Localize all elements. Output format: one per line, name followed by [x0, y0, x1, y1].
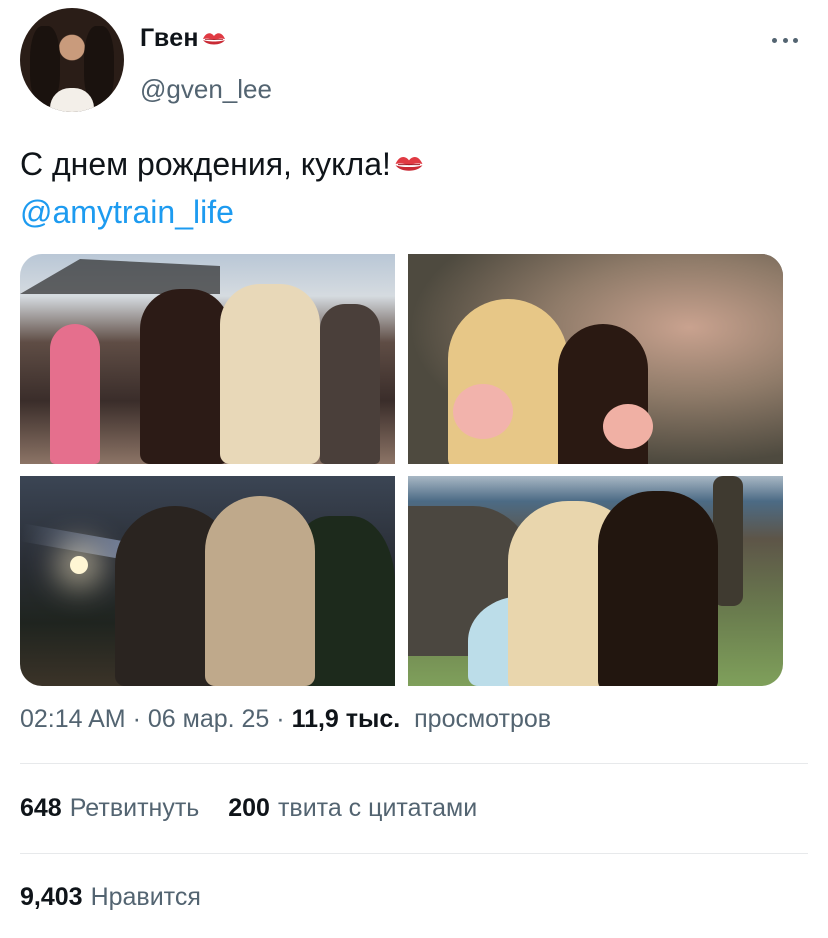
mention-link[interactable]: @amytrain_life — [20, 194, 234, 230]
tweet-body-text: С днем рождения, кукла! — [20, 146, 391, 182]
more-options-icon[interactable] — [772, 32, 798, 48]
stats-row-likes: 9,403 Нравится — [20, 883, 223, 912]
likes-count: 9,403 — [20, 883, 83, 911]
retweets-stat[interactable]: 648 Ретвитнуть — [20, 794, 199, 823]
retweets-label: Ретвитнуть — [69, 794, 200, 822]
quotes-stat[interactable]: 200 твита с цитатами — [228, 794, 477, 823]
views-label: просмотров — [414, 705, 552, 733]
stats-row-shares: 648 Ретвитнуть 200 твита с цитатами — [20, 794, 499, 823]
author-display-name[interactable]: Гвен — [140, 24, 199, 53]
meta-separator: · — [276, 705, 285, 733]
likes-label: Нравится — [90, 883, 201, 911]
photo-2[interactable] — [408, 254, 783, 464]
likes-stat[interactable]: 9,403 Нравится — [20, 883, 201, 912]
tweet-meta: 02:14 AM · 06 мар. 25 · 11,9 тыс. просмо… — [20, 705, 551, 734]
tweet: Гвен @gven_lee С днем рождения, кукла! @… — [0, 0, 828, 938]
tweet-date[interactable]: 06 мар. 25 — [148, 705, 269, 733]
quotes-label: твита с цитатами — [277, 794, 478, 822]
tweet-text: С днем рождения, кукла! @amytrain_life — [20, 140, 425, 236]
tweet-time[interactable]: 02:14 AM — [20, 705, 126, 733]
divider — [20, 763, 808, 764]
retweets-count: 648 — [20, 794, 62, 822]
media-grid — [20, 254, 783, 686]
views-count: 11,9 тыс. — [291, 705, 401, 733]
author-handle[interactable]: @gven_lee — [140, 74, 272, 105]
photo-3[interactable] — [20, 476, 395, 686]
author-name-row[interactable]: Гвен — [140, 24, 227, 53]
photo-4[interactable] — [408, 476, 783, 686]
photo-1[interactable] — [20, 254, 395, 464]
meta-separator: · — [132, 705, 141, 733]
kiss-mark-icon — [395, 157, 423, 171]
divider — [20, 853, 808, 854]
quotes-count: 200 — [228, 794, 270, 822]
avatar[interactable] — [20, 8, 124, 112]
kiss-mark-icon — [202, 32, 225, 44]
